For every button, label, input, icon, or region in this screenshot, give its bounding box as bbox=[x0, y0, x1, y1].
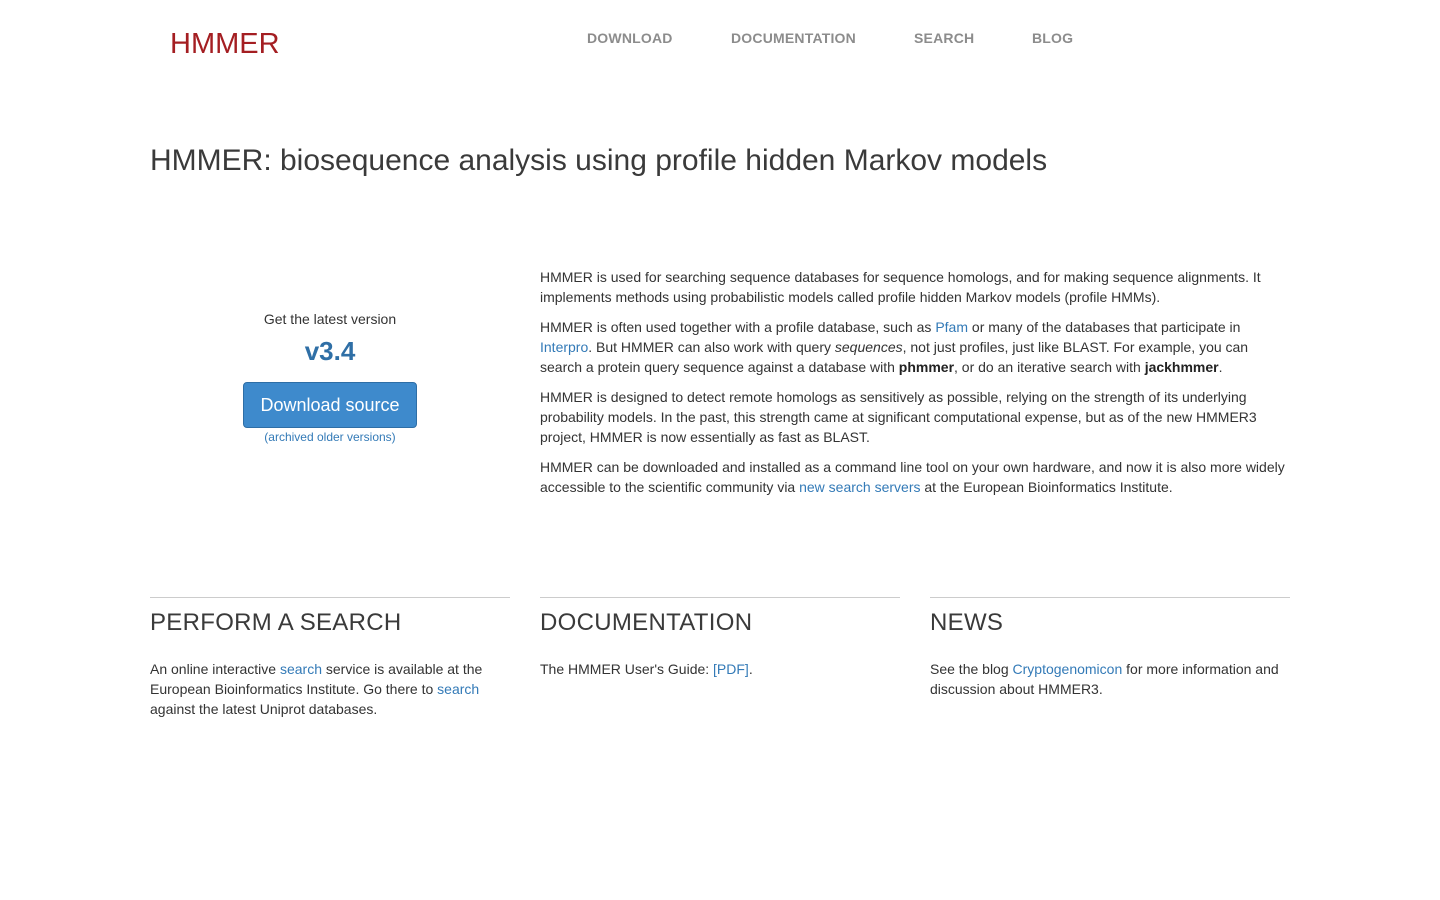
intro-text-span: , or do an iterative search with bbox=[954, 359, 1145, 375]
pfam-link[interactable]: Pfam bbox=[935, 319, 968, 335]
nav-download-link[interactable]: DOWNLOAD bbox=[587, 29, 673, 47]
search-uniprot-link[interactable]: search bbox=[437, 681, 479, 697]
new-search-servers-link[interactable]: new search servers bbox=[799, 479, 920, 495]
intro-paragraph-1: HMMER is used for searching sequence dat… bbox=[540, 269, 1261, 305]
nav-blog-link[interactable]: BLOG bbox=[1032, 29, 1073, 47]
section-text-span: See the blog bbox=[930, 661, 1013, 677]
section-text-span: against the latest Uniprot databases. bbox=[150, 701, 378, 717]
perform-search-text: An online interactive search service is … bbox=[150, 659, 510, 719]
section-text-span: The HMMER User's Guide: bbox=[540, 661, 714, 677]
page-title: HMMER: biosequence analysis using profil… bbox=[150, 144, 1048, 177]
download-panel: Get the latest version v3.4 Download sou… bbox=[150, 308, 510, 445]
nav-documentation-link[interactable]: DOCUMENTATION bbox=[731, 29, 856, 47]
documentation-section: DOCUMENTATION The HMMER User's Guide: [P… bbox=[540, 597, 900, 679]
search-service-link[interactable]: search bbox=[280, 661, 322, 677]
interpro-link[interactable]: Interpro bbox=[540, 339, 588, 355]
latest-version-label: Get the latest version bbox=[263, 311, 397, 327]
news-text: See the blog Cryptogenomicon for more in… bbox=[930, 659, 1290, 699]
intro-text-span: HMMER is often used together with a prof… bbox=[540, 319, 936, 335]
intro-paragraph-2: HMMER is often used together with a prof… bbox=[540, 317, 1292, 377]
intro-text-span: . But HMMER can also work with query bbox=[588, 339, 835, 355]
users-guide-pdf-link[interactable]: [PDF] bbox=[713, 661, 749, 677]
intro-paragraph-4: HMMER can be downloaded and installed as… bbox=[540, 457, 1292, 497]
jackhmmer-bold: jackhmmer bbox=[1144, 359, 1219, 375]
cryptogenomicon-link[interactable]: Cryptogenomicon bbox=[1013, 661, 1123, 677]
section-text-span: An online interactive bbox=[150, 661, 280, 677]
intro-text-span: at the European Bioinformatics Institute… bbox=[920, 479, 1173, 495]
phmmer-bold: phmmer bbox=[898, 359, 955, 375]
perform-search-section: PERFORM A SEARCH An online interactive s… bbox=[150, 597, 510, 719]
archived-versions-link[interactable]: (archived older versions) bbox=[150, 429, 510, 445]
intro-text-span: or many of the databases that participat… bbox=[968, 319, 1241, 335]
intro-text: HMMER is used for searching sequence dat… bbox=[540, 267, 1292, 507]
version-number: v3.4 bbox=[304, 336, 356, 366]
nav-search-link[interactable]: SEARCH bbox=[914, 29, 974, 47]
section-text-span: . bbox=[748, 661, 753, 677]
perform-search-heading: PERFORM A SEARCH bbox=[150, 609, 402, 636]
site-header: HMMER DOWNLOAD DOCUMENTATION SEARCH BLOG bbox=[0, 0, 1440, 80]
documentation-heading: DOCUMENTATION bbox=[540, 609, 753, 636]
intro-paragraph-3: HMMER is designed to detect remote homol… bbox=[540, 389, 1257, 445]
download-source-button[interactable]: Download source bbox=[243, 382, 417, 428]
main-nav: DOWNLOAD DOCUMENTATION SEARCH BLOG bbox=[0, 29, 1440, 49]
news-heading: NEWS bbox=[930, 609, 1004, 636]
documentation-text: The HMMER User's Guide: [PDF]. bbox=[540, 659, 900, 679]
sequences-emphasis: sequences bbox=[834, 339, 903, 355]
news-section: NEWS See the blog Cryptogenomicon for mo… bbox=[930, 597, 1290, 699]
intro-text-span: . bbox=[1218, 359, 1223, 375]
